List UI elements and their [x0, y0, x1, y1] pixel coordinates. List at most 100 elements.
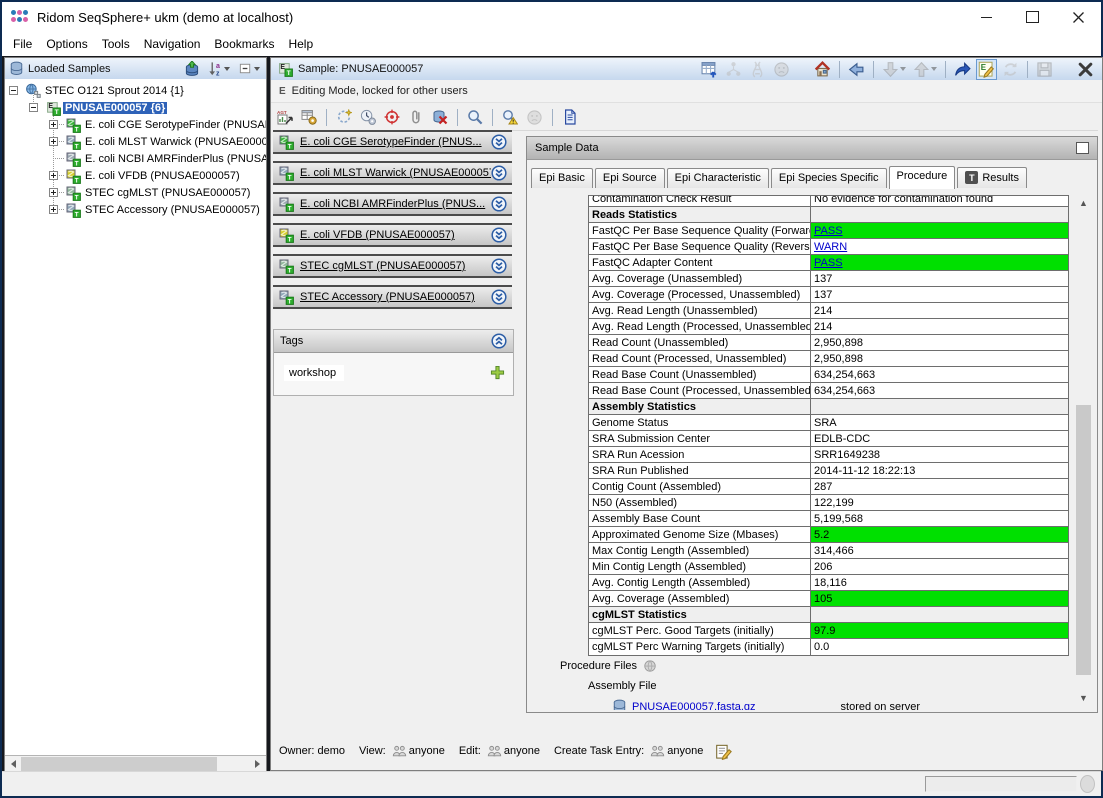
row-value-link[interactable]: WARN: [814, 241, 847, 253]
back-arrow-icon[interactable]: [846, 59, 867, 80]
task-accordion-header[interactable]: TE. coli CGE SerotypeFinder (PNUS...: [273, 130, 512, 154]
target-icon[interactable]: [382, 107, 402, 127]
task-accordion-link[interactable]: E. coli CGE SerotypeFinder (PNUS...: [300, 136, 491, 148]
tag-value[interactable]: workshop: [284, 365, 344, 381]
tab-results[interactable]: TResults: [957, 167, 1027, 188]
maximize-button[interactable]: [1009, 2, 1055, 32]
search-warning-icon[interactable]: [500, 107, 520, 127]
expand-icon[interactable]: [49, 205, 58, 214]
task-accordion-link[interactable]: E. coli VFDB (PNUSAE000057): [300, 229, 491, 241]
status-circle-icon[interactable]: [524, 107, 545, 128]
task-accordion-link[interactable]: E. coli NCBI AMRFinderPlus (PNUS...: [300, 198, 491, 210]
database-delete-icon[interactable]: [430, 107, 450, 127]
task-accordion-header[interactable]: TSTEC Accessory (PNUSAE000057): [273, 285, 512, 309]
menu-item-file[interactable]: File: [6, 35, 39, 53]
tree-row[interactable]: ETPNUSAE000057 {6}: [45, 99, 266, 116]
task-accordion-link[interactable]: STEC Accessory (PNUSAE000057): [300, 291, 491, 303]
chevron-double-down-icon[interactable]: [491, 134, 507, 150]
row-label: Avg. Coverage (Unassembled): [589, 271, 811, 286]
tree-row[interactable]: TSTEC Accessory (PNUSAE000057): [65, 201, 266, 218]
tree-row[interactable]: TSTEC cgMLST (PNUSAE000057): [65, 184, 266, 201]
tab-epi-species-specific[interactable]: Epi Species Specific: [771, 168, 887, 188]
task-accordion-header[interactable]: T E. coli NCBI AMRFinderPlus (PNUS...: [273, 192, 512, 216]
tree-row[interactable]: TE. coli CGE SerotypeFinder (PNUSAE0: [65, 116, 266, 133]
menu-item-navigation[interactable]: Navigation: [137, 35, 208, 53]
table-row: SRA Run Published2014-11-12 18:22:13: [589, 463, 1068, 479]
clock-gear-icon[interactable]: [358, 107, 378, 127]
report-icon[interactable]: [560, 107, 580, 127]
chevron-double-down-icon[interactable]: [491, 227, 507, 243]
tab-epi-source[interactable]: Epi Source: [595, 168, 665, 188]
tab-epi-basic[interactable]: Epi Basic: [531, 168, 593, 188]
scrollbar-thumb[interactable]: [1076, 405, 1091, 676]
table-gear-icon[interactable]: [299, 107, 319, 127]
collapse-chevron-icon[interactable]: [491, 333, 507, 349]
sort-az-icon[interactable]: az: [206, 59, 232, 78]
chevron-double-down-icon[interactable]: [491, 289, 507, 305]
collapse-icon[interactable]: [9, 86, 18, 95]
task-accordion-link[interactable]: E. coli MLST Warwick (PNUSAE000057): [300, 167, 491, 179]
scroll-right-icon[interactable]: [250, 757, 265, 771]
add-tag-icon[interactable]: [490, 365, 505, 380]
chevron-double-down-icon[interactable]: [491, 165, 507, 181]
sample-data-scrollbar[interactable]: ▲ ▼: [1075, 195, 1092, 706]
assembly-file-link[interactable]: PNUSAE000057.fasta.gz: [632, 701, 756, 711]
menu-item-help[interactable]: Help: [281, 35, 320, 53]
move-down-icon[interactable]: [880, 59, 908, 80]
tree-row[interactable]: STEC O121 Sprout 2014 {1}: [25, 82, 266, 99]
collapse-icon[interactable]: [29, 103, 38, 112]
edit-mode-icon[interactable]: E: [976, 59, 997, 80]
tree-row[interactable]: TE. coli MLST Warwick (PNUSAE000057: [65, 133, 266, 150]
scroll-left-icon[interactable]: [6, 757, 21, 771]
close-button[interactable]: [1055, 2, 1101, 32]
close-icon[interactable]: [1075, 59, 1096, 80]
menu-item-options[interactable]: Options: [39, 35, 94, 53]
chart-export-icon[interactable]: AGT: [275, 107, 295, 127]
tree-view-icon[interactable]: [723, 59, 744, 80]
task-accordion-link[interactable]: STEC cgMLST (PNUSAE000057): [300, 260, 491, 272]
scrollbar-thumb[interactable]: [21, 757, 217, 771]
task-accordion-header[interactable]: TE. coli VFDB (PNUSAE000057): [273, 223, 512, 247]
globe-icon[interactable]: [643, 659, 657, 673]
search-icon[interactable]: [465, 107, 485, 127]
recompute-icon[interactable]: [334, 107, 354, 127]
move-up-icon[interactable]: [911, 59, 939, 80]
assembly-file-row: Assembly File: [588, 680, 656, 692]
home-icon[interactable]: [812, 59, 833, 80]
expand-icon[interactable]: [49, 188, 58, 197]
expand-icon[interactable]: [49, 137, 58, 146]
chevron-double-down-icon[interactable]: [491, 258, 507, 274]
tab-procedure[interactable]: Procedure: [889, 166, 956, 189]
note-edit-icon[interactable]: [715, 743, 732, 760]
database-upload-icon[interactable]: [182, 59, 202, 79]
paperclip-icon[interactable]: [406, 107, 426, 127]
expand-icon[interactable]: [49, 171, 58, 180]
tree-horizontal-scrollbar[interactable]: [5, 755, 266, 772]
save-icon[interactable]: [1034, 59, 1055, 80]
row-value-link[interactable]: PASS: [814, 257, 843, 269]
row-value-link[interactable]: PASS: [814, 225, 843, 237]
status-circle-icon[interactable]: [771, 59, 792, 80]
scroll-down-icon[interactable]: ▼: [1075, 690, 1092, 706]
refresh-icon[interactable]: [1000, 59, 1021, 80]
tree-row[interactable]: TE. coli NCBI AMRFinderPlus (PNUSAE0: [65, 150, 266, 167]
chevron-double-down-icon[interactable]: [491, 196, 507, 212]
jump-icon[interactable]: [952, 59, 973, 80]
svg-text:T: T: [288, 205, 292, 212]
maximize-panel-icon[interactable]: [1076, 142, 1089, 154]
menu-item-tools[interactable]: Tools: [95, 35, 137, 53]
minimize-button[interactable]: [963, 2, 1009, 32]
dna-icon[interactable]: [747, 59, 768, 80]
scroll-up-icon[interactable]: ▲: [1075, 195, 1092, 211]
tags-header[interactable]: Tags: [274, 330, 513, 353]
menu-item-bookmarks[interactable]: Bookmarks: [207, 35, 281, 53]
tree-row[interactable]: TE. coli VFDB (PNUSAE000057): [65, 167, 266, 184]
collapse-all-icon[interactable]: [236, 59, 262, 78]
row-label: Genome Status: [589, 415, 811, 430]
tab-epi-characteristic[interactable]: Epi Characteristic: [667, 168, 769, 188]
task-accordion-header[interactable]: TSTEC cgMLST (PNUSAE000057): [273, 254, 512, 278]
task-accordion-header[interactable]: TE. coli MLST Warwick (PNUSAE000057): [273, 161, 512, 185]
expand-icon[interactable]: [49, 120, 58, 129]
export-table-icon[interactable]: [699, 59, 720, 80]
loaded-samples-panel: Loaded Samples az STEC O121 Sprout 2014 …: [4, 57, 267, 773]
